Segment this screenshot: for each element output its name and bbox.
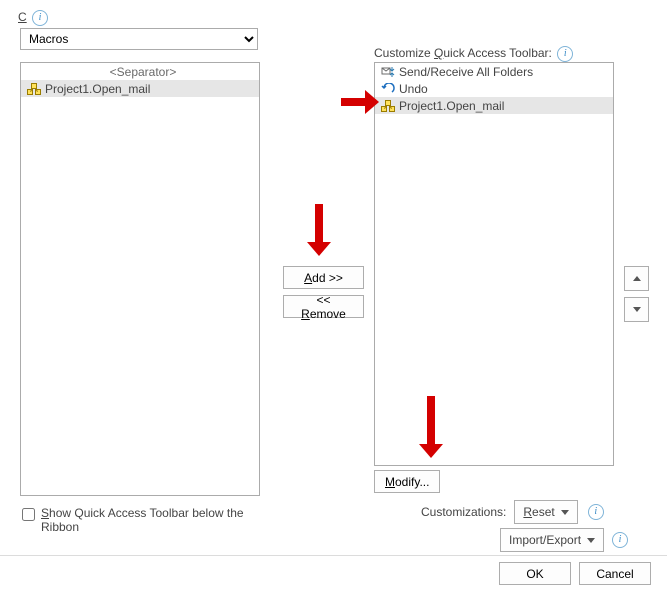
choose-commands-dropdown-wrap: Macros [20,28,258,50]
modify-button[interactable]: Modify... [374,470,440,493]
customize-qat-panel: C i Macros Customize Quick Access Toolba… [0,0,667,589]
list-item-label: Project1.Open_mail [43,82,150,96]
info-icon[interactable]: i [588,504,604,520]
qat-listbox[interactable]: Send/Receive All Folders Undo Project1.O… [374,62,614,466]
customizations-row: Customizations: Reset i [421,500,604,524]
divider [0,555,667,556]
import-export-dropdown-button[interactable]: Import/Export [500,528,604,552]
info-icon[interactable]: i [557,46,573,62]
import-export-row: Import/Export i [500,528,628,552]
ok-button[interactable]: OK [499,562,571,585]
list-item-label: <Separator> [108,65,177,79]
commands-listbox[interactable]: <Separator> Project1.Open_mail [20,62,260,496]
reorder-buttons [624,266,649,322]
checkbox-input[interactable] [22,508,35,521]
reset-dropdown-button[interactable]: Reset [514,500,577,524]
list-item-label: Undo [397,82,428,96]
chevron-down-icon [633,307,641,312]
add-button[interactable]: Add >> [283,266,364,289]
macro-icon [379,100,397,112]
undo-icon [379,83,397,95]
show-qat-below-ribbon-checkbox[interactable]: Show Quick Access Toolbar below theRibbo… [22,506,322,534]
checkbox-label: Show Quick Access Toolbar below theRibbo… [41,506,244,534]
list-item-label: Project1.Open_mail [397,99,504,113]
list-item[interactable]: Send/Receive All Folders [375,63,613,80]
move-down-button[interactable] [624,297,649,322]
label-text: Customize Quick Access Toolbar: [374,46,552,60]
move-up-button[interactable] [624,266,649,291]
customizations-label: Customizations: [421,505,506,519]
dialog-footer-buttons: OK Cancel [499,562,651,585]
choose-commands-dropdown[interactable]: Macros [20,28,258,50]
choose-commands-label: C i [18,10,48,26]
info-icon[interactable]: i [32,10,48,26]
list-item-label: Send/Receive All Folders [397,65,533,79]
cancel-button[interactable]: Cancel [579,562,651,585]
list-item[interactable]: Project1.Open_mail [375,97,613,114]
list-item-separator[interactable]: <Separator> [21,63,259,80]
customize-qat-label: Customize Quick Access Toolbar: i [374,46,573,62]
list-item[interactable]: Project1.Open_mail [21,80,259,97]
chevron-down-icon [561,510,569,515]
macro-icon [25,83,43,95]
remove-button[interactable]: << Remove [283,295,364,318]
send-receive-icon [379,66,397,78]
list-item[interactable]: Undo [375,80,613,97]
chevron-down-icon [587,538,595,543]
label-text: C [18,10,27,24]
info-icon[interactable]: i [612,532,628,548]
chevron-up-icon [633,276,641,281]
